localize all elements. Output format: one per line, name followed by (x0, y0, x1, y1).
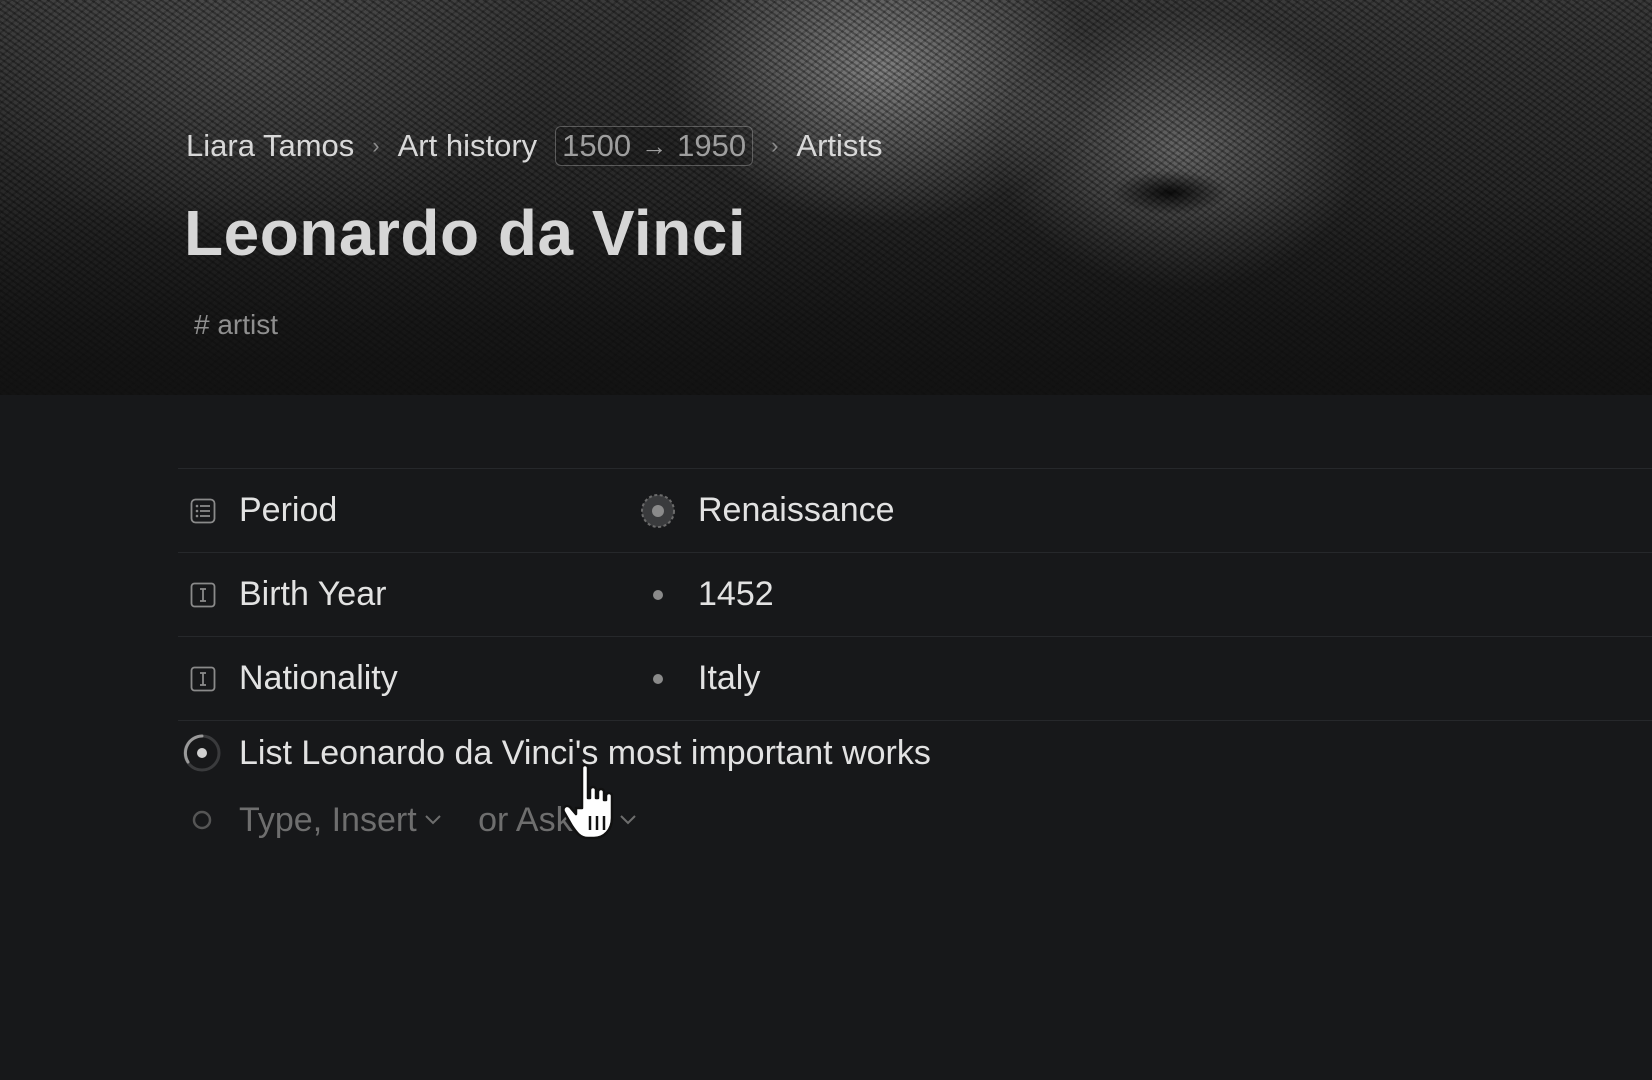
ask-ai-menu[interactable]: or Ask AI (478, 801, 638, 840)
ai-block-row[interactable]: List Leonardo da Vinci's most important … (178, 728, 1378, 778)
property-name: Period (239, 491, 338, 529)
arrow-right-icon: → (641, 130, 668, 161)
empty-bullet-icon (182, 800, 222, 840)
empty-block-row[interactable]: Type, Insert or Ask AI (178, 795, 1378, 845)
property-row-period[interactable]: Period Renaissance (178, 469, 1652, 553)
ask-ai-label: or Ask AI (478, 800, 613, 839)
date-range-start: 1500 (562, 128, 632, 163)
page-title[interactable]: Leonardo da Vinci (184, 196, 746, 270)
property-row-birth-year[interactable]: Birth Year 1452 (178, 553, 1652, 637)
chevron-down-icon (424, 815, 441, 825)
property-name: Birth Year (239, 575, 387, 613)
type-insert-menu[interactable]: Type, Insert (239, 801, 443, 840)
breadcrumb-separator-icon: › (372, 133, 380, 158)
property-row-nationality[interactable]: Nationality Italy (178, 637, 1652, 721)
dot-icon (640, 577, 676, 613)
property-value[interactable]: Italy (698, 659, 760, 698)
text-field-icon (190, 582, 216, 608)
ai-prompt-text[interactable]: List Leonardo da Vinci's most important … (239, 734, 931, 773)
breadcrumb-item-art-history[interactable]: Art history (398, 128, 538, 164)
breadcrumb-item-artists[interactable]: Artists (796, 128, 882, 164)
breadcrumb-date-range[interactable]: 1500 → 1950 (555, 126, 754, 166)
list-icon (190, 498, 216, 524)
ai-loading-icon (182, 733, 222, 773)
tag-artist[interactable]: # artist (194, 309, 278, 341)
dot-icon (640, 661, 676, 697)
chevron-down-icon (620, 815, 636, 825)
placeholder-text[interactable]: Type, Insert or Ask AI (239, 801, 664, 840)
property-name: Nationality (239, 659, 398, 697)
text-field-icon (190, 666, 216, 692)
breadcrumb: Liara Tamos › Art history 1500 → 1950 › … (186, 126, 883, 166)
property-value[interactable]: Renaissance (698, 491, 895, 530)
type-insert-label: Type, Insert (239, 800, 417, 839)
page-cover-image: Liara Tamos › Art history 1500 → 1950 › … (0, 0, 1652, 395)
date-range-end: 1950 (677, 128, 747, 163)
property-value[interactable]: 1452 (698, 575, 774, 614)
select-marker-icon (640, 493, 676, 529)
breadcrumb-separator-icon: › (771, 133, 779, 158)
properties-table: Period Renaissance Birth Year 1452 Natio… (178, 468, 1652, 721)
breadcrumb-item-workspace[interactable]: Liara Tamos (186, 128, 354, 164)
